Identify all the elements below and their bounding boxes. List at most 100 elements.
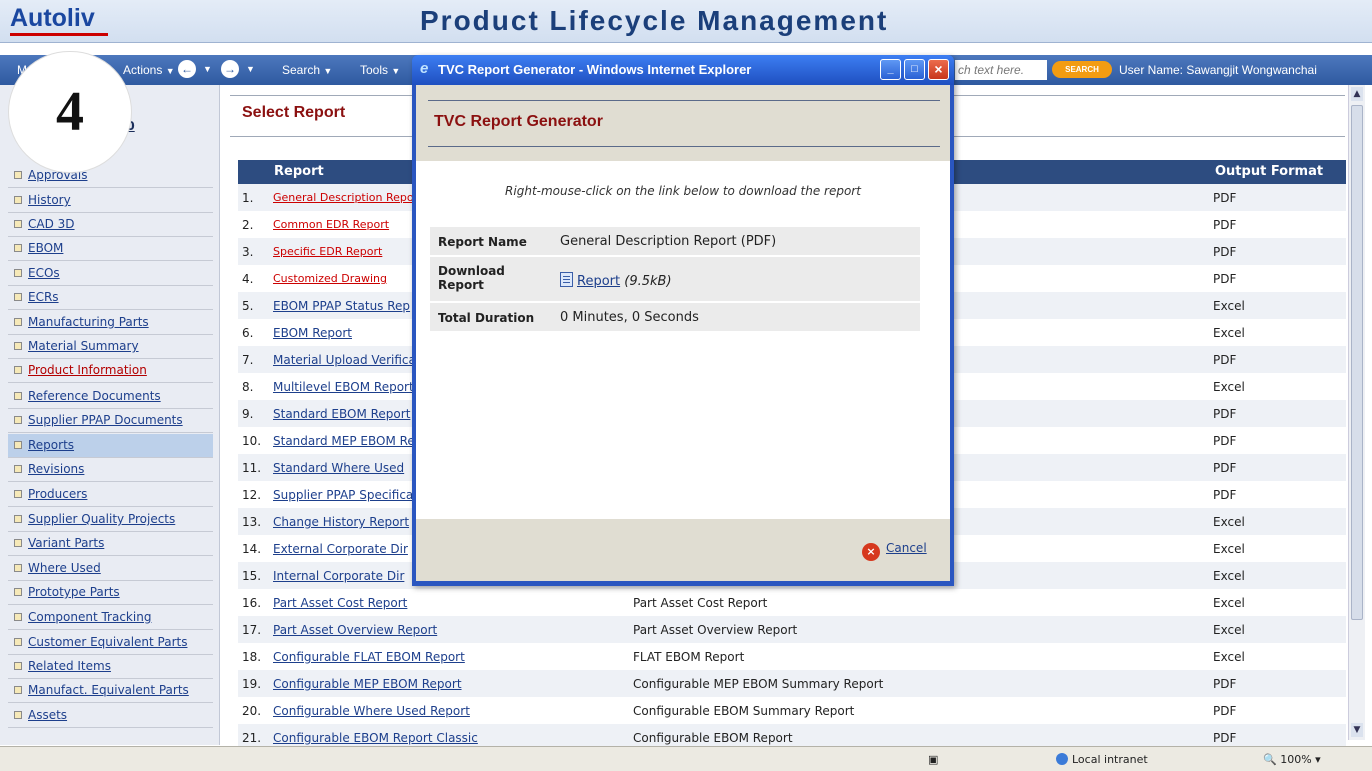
file-size: (9.5kB): [624, 274, 672, 289]
bullet-icon: [14, 490, 22, 498]
report-link[interactable]: Specific EDR Report: [273, 245, 382, 258]
report-link[interactable]: Customized Drawing: [273, 272, 387, 285]
row-number: 4.: [242, 272, 254, 286]
table-row: 20. Configurable Where Used Report Configu…: [238, 697, 1346, 724]
divider: [428, 146, 940, 147]
report-link[interactable]: EBOM PPAP Status Rep: [273, 299, 410, 313]
autoliv-logo[interactable]: Autoliv: [10, 4, 95, 33]
duration-label: Total Duration: [438, 311, 535, 325]
sidebar-item-producers[interactable]: Producers: [8, 483, 213, 507]
download-label: Download Report: [438, 264, 505, 292]
sidebar-item-approvals[interactable]: Approvals: [8, 164, 213, 188]
scrollbar-thumb[interactable]: [1351, 105, 1363, 620]
report-link[interactable]: Change History Report: [273, 515, 409, 529]
scroll-up-icon[interactable]: ▲: [1351, 87, 1363, 101]
sidebar-item-label: EBOM: [28, 241, 64, 255]
sidebar-item-product-information[interactable]: Product Information: [8, 359, 213, 383]
report-link[interactable]: Standard Where Used: [273, 461, 404, 475]
security-zone: Local intranet: [1056, 753, 1148, 766]
bullet-icon: [14, 269, 22, 277]
bullet-icon: [14, 613, 22, 621]
sidebar-item-component-tracking[interactable]: Component Tracking: [8, 606, 213, 630]
sidebar-item-assets[interactable]: Assets: [8, 704, 213, 728]
bullet-icon: [14, 465, 22, 473]
search-input[interactable]: ch text here.: [955, 60, 1047, 80]
row-number: 17.: [242, 623, 262, 637]
row-number: 14.: [242, 542, 262, 556]
report-link[interactable]: Part Asset Overview Report: [273, 623, 437, 637]
report-name-label: Report Name: [438, 235, 527, 249]
table-row: 17. Part Asset Overview Report Part Asset …: [238, 616, 1346, 643]
report-link[interactable]: Supplier PPAP Specifica: [273, 488, 413, 502]
bullet-icon: [14, 171, 22, 179]
chevron-down-icon[interactable]: ▼: [246, 64, 255, 74]
sidebar-item-reference-documents[interactable]: Reference Documents: [8, 385, 213, 409]
report-link[interactable]: Configurable MEP EBOM Report: [273, 677, 462, 691]
vertical-scrollbar[interactable]: ▲ ▼: [1348, 85, 1365, 740]
output-format: PDF: [1213, 434, 1237, 448]
output-format: PDF: [1213, 488, 1237, 502]
sidebar-item-customer-equivalent-parts[interactable]: Customer Equivalent Parts: [8, 631, 213, 655]
sidebar-item-variant-parts[interactable]: Variant Parts: [8, 532, 213, 556]
download-row: Download Report Report (9.5kB): [430, 257, 920, 303]
duration-row: Total Duration 0 Minutes, 0 Seconds: [430, 303, 920, 333]
sidebar-item-manufact-equivalent-parts[interactable]: Manufact. Equivalent Parts: [8, 679, 213, 703]
report-link[interactable]: Part Asset Cost Report: [273, 596, 407, 610]
sidebar-item-ecos[interactable]: ECOs: [8, 262, 213, 286]
report-link[interactable]: Common EDR Report: [273, 218, 389, 231]
search-button[interactable]: SEARCH: [1052, 61, 1112, 78]
sidebar-item-ebom[interactable]: EBOM: [8, 237, 213, 261]
sidebar-item-related-items[interactable]: Related Items: [8, 655, 213, 679]
row-number: 20.: [242, 704, 262, 718]
sidebar-item-manufacturing-parts[interactable]: Manufacturing Parts: [8, 311, 213, 335]
report-link[interactable]: Configurable Where Used Report: [273, 704, 470, 718]
sidebar-item-reports[interactable]: Reports: [8, 434, 213, 458]
tools-menu[interactable]: Tools ▼: [360, 63, 400, 77]
sidebar-item-ecrs[interactable]: ECRs: [8, 286, 213, 310]
output-format: PDF: [1213, 407, 1237, 421]
forward-arrow-icon[interactable]: →: [221, 60, 239, 78]
cancel-button[interactable]: × Cancel: [862, 541, 927, 561]
report-link[interactable]: Multilevel EBOM Report: [273, 380, 414, 394]
window-titlebar[interactable]: e TVC Report Generator - Windows Interne…: [412, 55, 954, 85]
sidebar-item-label: Related Items: [28, 659, 111, 673]
report-link[interactable]: Standard EBOM Report: [273, 407, 410, 421]
cancel-icon: ×: [862, 543, 880, 561]
logo-underline: [10, 33, 108, 36]
sidebar-item-history[interactable]: History: [8, 189, 213, 213]
minimize-icon[interactable]: _: [880, 59, 901, 80]
sidebar-item-label: Where Used: [28, 561, 101, 575]
sidebar-item-label: Prototype Parts: [28, 585, 120, 599]
sidebar-item-revisions[interactable]: Revisions: [8, 458, 213, 482]
bullet-icon: [14, 662, 22, 670]
row-number: 8.: [242, 380, 254, 394]
report-link[interactable]: Internal Corporate Dir: [273, 569, 404, 583]
report-link[interactable]: EBOM Report: [273, 326, 352, 340]
report-link[interactable]: General Description Repor: [273, 191, 418, 204]
sidebar-item-where-used[interactable]: Where Used: [8, 557, 213, 581]
close-icon[interactable]: ×: [928, 59, 949, 80]
search-menu[interactable]: Search ▼: [282, 63, 332, 77]
sidebar-item-label: Customer Equivalent Parts: [28, 635, 188, 649]
report-link[interactable]: Configurable FLAT EBOM Report: [273, 650, 465, 664]
report-download-link[interactable]: Report: [577, 274, 620, 289]
sidebar-item-material-summary[interactable]: Material Summary: [8, 335, 213, 359]
sidebar-item-label: Component Tracking: [28, 610, 152, 624]
report-link[interactable]: Configurable EBOM Report Classic: [273, 731, 478, 745]
sidebar-item-supplier-quality-projects[interactable]: Supplier Quality Projects: [8, 508, 213, 532]
zoom-control[interactable]: 🔍 100% ▾: [1263, 753, 1321, 766]
output-format: Excel: [1213, 326, 1245, 340]
maximize-icon[interactable]: □: [904, 59, 925, 80]
chevron-down-icon[interactable]: ▼: [203, 64, 212, 74]
report-link[interactable]: Standard MEP EBOM Re: [273, 434, 415, 448]
scroll-down-icon[interactable]: ▼: [1351, 723, 1363, 737]
back-arrow-icon[interactable]: ←: [178, 60, 196, 78]
actions-menu[interactable]: Actions ▼: [123, 63, 175, 77]
sidebar-item-supplier-ppap-documents[interactable]: Supplier PPAP Documents: [8, 409, 213, 433]
sidebar-item-prototype-parts[interactable]: Prototype Parts: [8, 581, 213, 605]
report-name-value: General Description Report (PDF): [560, 234, 777, 249]
sidebar-item-cad-3d[interactable]: CAD 3D: [8, 213, 213, 237]
report-description: Configurable EBOM Report: [633, 731, 793, 745]
report-link[interactable]: External Corporate Dir: [273, 542, 408, 556]
report-link[interactable]: Material Upload Verifica: [273, 353, 416, 367]
